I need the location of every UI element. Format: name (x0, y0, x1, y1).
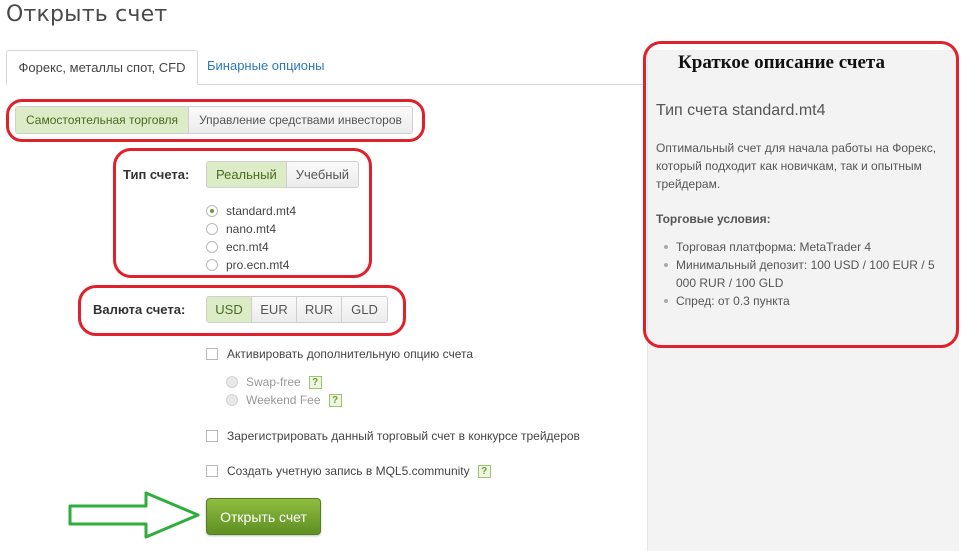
plan-label: nano.mt4 (226, 222, 277, 236)
list-item: Минимальный депозит: 100 USD / 100 EUR /… (664, 256, 949, 292)
currency-switch: USD EUR RUR GLD (206, 296, 388, 323)
mql5-label: Создать учетную запись в MQL5.community (227, 464, 470, 478)
currency-gld[interactable]: GLD (342, 297, 387, 322)
currency-rur[interactable]: RUR (297, 297, 342, 322)
tab-binary-options[interactable]: Бинарные опционы (207, 58, 325, 73)
weekend-fee-label: Weekend Fee (246, 393, 321, 407)
swap-free-radio (226, 376, 238, 388)
swap-free-label: Swap-free (246, 375, 301, 389)
tab-forex[interactable]: Форекс, металлы спот, CFD (6, 50, 198, 85)
plan-option[interactable]: standard.mt4 (206, 202, 296, 220)
trade-mode-investor[interactable]: Управление средствами инвесторов (189, 107, 412, 133)
summary-account-type: Тип счета standard.mt4 (656, 102, 826, 119)
summary-description: Оптимальный счет для начала работы на Фо… (656, 141, 937, 191)
account-type-label: Тип счета: (123, 167, 190, 182)
currency-label: Валюта счета: (93, 302, 186, 317)
plan-option[interactable]: pro.ecn.mt4 (206, 256, 296, 274)
plan-radio[interactable] (206, 205, 218, 217)
account-type-switch: Реальный Учебный (206, 161, 360, 188)
page-title: Открыть счет (6, 2, 168, 27)
plan-option[interactable]: nano.mt4 (206, 220, 296, 238)
summary-conditions-list: Торговая платформа: MetaTrader 4 Минимал… (664, 238, 949, 310)
weekend-fee-option: Weekend Fee ? (226, 391, 342, 409)
mql5-row[interactable]: Создать учетную запись в MQL5.community … (206, 464, 491, 478)
contest-label: Зарегистрировать данный торговый счет в … (227, 429, 580, 443)
summary-heading: Краткое описание счета (678, 52, 885, 73)
arrow-right-icon (68, 491, 200, 539)
extra-option-label: Активировать дополнительную опцию счета (227, 347, 474, 361)
plan-radio[interactable] (206, 223, 218, 235)
open-account-button[interactable]: Открыть счет (206, 498, 321, 535)
contest-checkbox[interactable] (206, 430, 218, 442)
help-icon[interactable]: ? (477, 464, 491, 478)
extra-option-checkbox[interactable] (206, 348, 218, 360)
plan-radio-group: standard.mt4 nano.mt4 ecn.mt4 pro.ecn.mt… (206, 202, 296, 274)
contest-row[interactable]: Зарегистрировать данный торговый счет в … (206, 429, 580, 443)
summary-conditions-title: Торговые условия: (656, 212, 771, 226)
account-type-demo[interactable]: Учебный (286, 162, 359, 187)
plan-radio[interactable] (206, 241, 218, 253)
list-item: Торговая платформа: MetaTrader 4 (664, 238, 949, 256)
help-icon[interactable]: ? (328, 393, 342, 407)
plan-label: standard.mt4 (226, 204, 297, 218)
weekend-fee-radio (226, 394, 238, 406)
trade-mode-switch: Самостоятельная торговля Управление сред… (15, 106, 413, 134)
currency-usd[interactable]: USD (207, 297, 252, 322)
mql5-checkbox[interactable] (206, 465, 218, 477)
extra-suboption-group: Swap-free ? Weekend Fee ? (226, 373, 342, 409)
extra-option-row[interactable]: Активировать дополнительную опцию счета (206, 347, 473, 361)
plan-label: pro.ecn.mt4 (226, 258, 290, 272)
trade-mode-self[interactable]: Самостоятельная торговля (16, 107, 190, 133)
currency-eur[interactable]: EUR (252, 297, 297, 322)
list-item: Спред: от 0.3 пункта (664, 292, 949, 310)
account-type-real[interactable]: Реальный (207, 162, 287, 187)
plan-label: ecn.mt4 (226, 240, 269, 254)
plan-option[interactable]: ecn.mt4 (206, 238, 296, 256)
plan-radio[interactable] (206, 259, 218, 271)
help-icon[interactable]: ? (308, 375, 322, 389)
swap-free-option: Swap-free ? (226, 373, 342, 391)
